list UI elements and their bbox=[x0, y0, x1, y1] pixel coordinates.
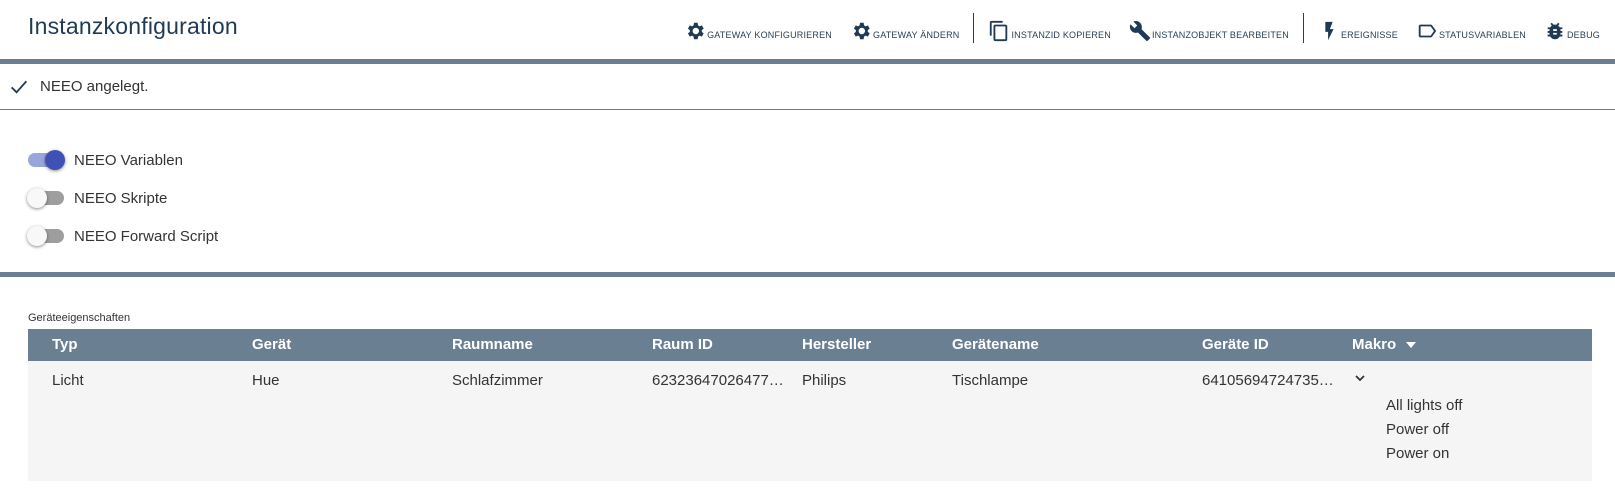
toggle-label: NEEO Skripte bbox=[74, 189, 168, 207]
column-header-type: Typ bbox=[52, 336, 78, 353]
macro-item[interactable]: All lights off bbox=[1386, 394, 1462, 418]
bug-icon bbox=[1547, 22, 1563, 40]
column-header-room-name: Raumname bbox=[452, 336, 533, 353]
column-header-macro[interactable]: Makro bbox=[1352, 336, 1417, 353]
gear-icon bbox=[853, 22, 870, 40]
toggle-switch[interactable] bbox=[27, 188, 64, 208]
gateway-change-label: Gateway ändern bbox=[873, 30, 960, 40]
cell-manufacturer: Philips bbox=[802, 372, 847, 389]
copy-instance-id-label: InstanzID kopieren bbox=[1011, 30, 1111, 40]
gateway-configure-button[interactable]: Gateway konfigurieren bbox=[684, 14, 832, 42]
column-header-device-name: Gerätename bbox=[952, 336, 1039, 353]
section-divider-bar bbox=[0, 272, 1615, 277]
page-title: Instanzkonfiguration bbox=[28, 13, 238, 39]
lightning-icon bbox=[1325, 21, 1334, 41]
edit-instance-object-label: Instanzobjekt bearbeiten bbox=[1151, 30, 1289, 40]
edit-instance-object-button[interactable]: Instanzobjekt bearbeiten bbox=[1129, 14, 1289, 42]
toggle-neeo-variables[interactable]: NEEO Variablen bbox=[28, 141, 218, 179]
macro-list: All lights off Power off Power on bbox=[1386, 394, 1462, 466]
column-header-manufacturer: Hersteller bbox=[802, 336, 872, 353]
app-header: Instanzkonfiguration Gateway konfigurier… bbox=[0, 0, 1615, 58]
toggle-neeo-scripts[interactable]: NEEO Skripte bbox=[27, 179, 218, 217]
status-variables-button[interactable]: Statusvariablen bbox=[1416, 14, 1526, 42]
cell-room-name: Schlafzimmer bbox=[452, 372, 543, 389]
cell-room-id: 62323647026477… bbox=[652, 372, 784, 389]
events-button[interactable]: Ereignisse bbox=[1318, 14, 1398, 42]
gear-icon bbox=[688, 22, 704, 40]
toolbar: Gateway konfigurieren Gateway ändern Ins… bbox=[684, 12, 1600, 44]
cell-device-id: 64105694724735… bbox=[1202, 372, 1334, 389]
device-table: Typ Gerät Raumname Raum ID Hersteller Ge… bbox=[28, 329, 1592, 481]
table-header: Typ Gerät Raumname Raum ID Hersteller Ge… bbox=[28, 329, 1592, 361]
toolbar-divider bbox=[1302, 13, 1304, 43]
column-header-room-id: Raum ID bbox=[652, 336, 713, 353]
macro-item[interactable]: Power on bbox=[1386, 442, 1462, 466]
debug-label: Debug bbox=[1566, 30, 1600, 40]
toggle-label: NEEO Forward Script bbox=[74, 227, 219, 245]
status-message-bar: NEEO angelegt. bbox=[0, 64, 1615, 110]
cell-type: Licht bbox=[52, 372, 84, 389]
label-tag-icon bbox=[1418, 24, 1437, 38]
toggle-group: NEEO Variablen NEEO Skripte NEEO Forward… bbox=[27, 141, 219, 255]
macro-item[interactable]: Power off bbox=[1386, 418, 1462, 442]
events-label: Ereignisse bbox=[1340, 30, 1398, 40]
toggle-label: NEEO Variablen bbox=[74, 151, 183, 169]
gateway-change-button[interactable]: Gateway ändern bbox=[850, 14, 959, 42]
status-variables-label: Statusvariablen bbox=[1438, 30, 1526, 40]
cell-device-name: Tischlampe bbox=[952, 372, 1029, 389]
table-row[interactable]: Licht Hue Schlafzimmer 62323647026477… P… bbox=[28, 361, 1592, 481]
copy-instance-id-button[interactable]: InstanzID kopieren bbox=[988, 14, 1111, 42]
toggle-switch[interactable] bbox=[27, 226, 64, 246]
copy-icon bbox=[990, 20, 1008, 42]
sort-caret-icon bbox=[1406, 342, 1417, 349]
device-properties-caption: Geräteeigenschaften bbox=[28, 312, 131, 324]
toggle-switch[interactable] bbox=[28, 150, 65, 170]
debug-button[interactable]: Debug bbox=[1544, 14, 1600, 42]
column-header-device-id: Geräte ID bbox=[1202, 336, 1269, 353]
status-message: NEEO angelegt. bbox=[40, 78, 149, 95]
wrench-icon bbox=[1129, 21, 1151, 42]
check-icon bbox=[10, 80, 28, 94]
chevron-down-icon[interactable] bbox=[1353, 371, 1367, 385]
toolbar-divider bbox=[973, 13, 975, 43]
column-header-macro-label: Makro bbox=[1352, 336, 1397, 353]
column-header-device: Gerät bbox=[252, 336, 292, 353]
toggle-neeo-forward-script[interactable]: NEEO Forward Script bbox=[27, 217, 219, 255]
gateway-configure-label: Gateway konfigurieren bbox=[707, 30, 832, 40]
cell-device: Hue bbox=[252, 372, 280, 389]
